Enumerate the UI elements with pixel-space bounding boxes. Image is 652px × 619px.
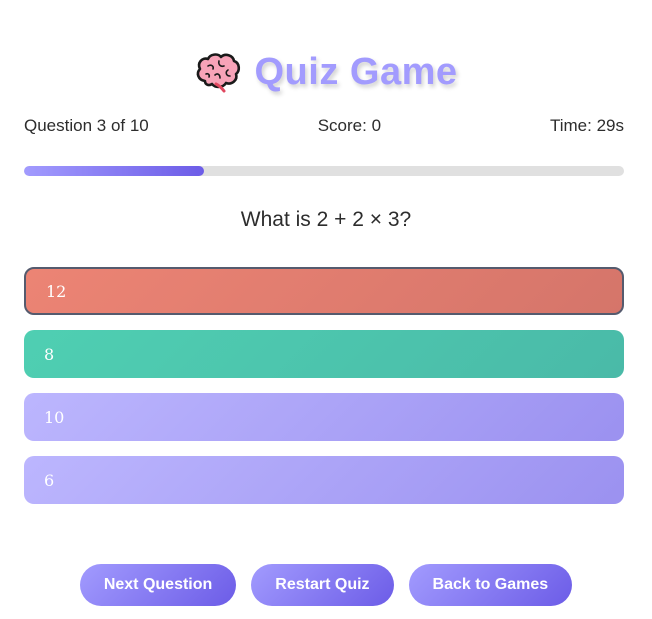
answer-option-label: 12 bbox=[46, 281, 67, 301]
answer-options: 12 8 10 6 bbox=[24, 267, 624, 519]
answer-option-4[interactable]: 6 bbox=[24, 456, 624, 504]
score-display: Score: 0 bbox=[317, 116, 382, 135]
answer-option-1[interactable]: 12 bbox=[24, 267, 624, 315]
question-text: What is 2 + 2 × 3? bbox=[240, 208, 412, 231]
answer-option-label: 6 bbox=[44, 470, 55, 490]
answer-option-3[interactable]: 10 bbox=[24, 393, 624, 441]
answer-option-label: 8 bbox=[44, 344, 55, 364]
question-counter: Question 3 of 10 bbox=[24, 116, 149, 135]
restart-quiz-button[interactable]: Restart Quiz bbox=[251, 564, 394, 606]
next-question-button[interactable]: Next Question bbox=[79, 564, 237, 606]
page-title: Quiz Game bbox=[254, 50, 458, 93]
brain-icon bbox=[195, 51, 241, 93]
back-to-games-button[interactable]: Back to Games bbox=[408, 564, 573, 606]
progress-bar-fill bbox=[24, 166, 204, 176]
progress-bar bbox=[24, 166, 624, 176]
answer-option-label: 10 bbox=[44, 407, 65, 427]
action-buttons: Next Question Restart Quiz Back to Games bbox=[0, 564, 652, 606]
answer-option-2[interactable]: 8 bbox=[24, 330, 624, 378]
timer-display: Time: 29s bbox=[549, 116, 624, 135]
quiz-game-page: Quiz Game Question 3 of 10 Score: 0 Time… bbox=[0, 0, 652, 619]
quiz-stats: Question 3 of 10 Score: 0 Time: 29s bbox=[24, 115, 624, 137]
title-row: Quiz Game bbox=[0, 48, 652, 96]
